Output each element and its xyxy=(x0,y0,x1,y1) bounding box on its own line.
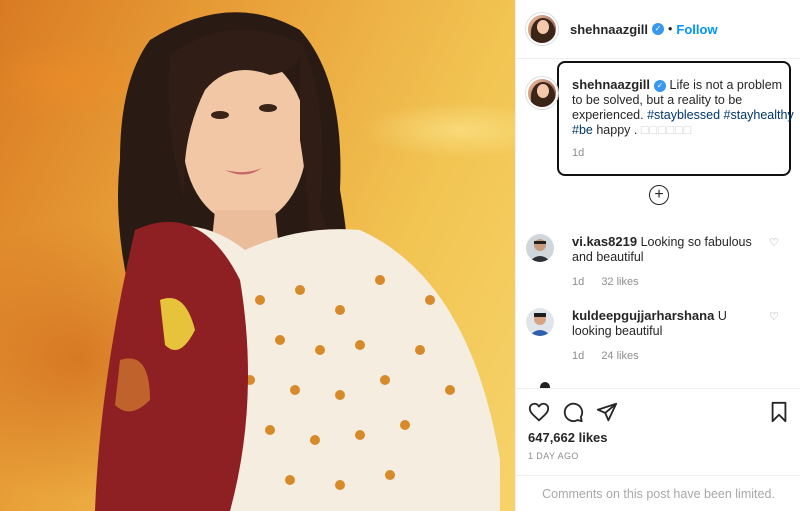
caption-username[interactable]: shehnaazgill xyxy=(572,77,650,92)
comment-text: vi.kas8219 Looking so fabulous and beaut… xyxy=(572,234,762,265)
caption-author-avatar[interactable] xyxy=(526,77,558,109)
verified-badge-icon: ✓ xyxy=(652,23,665,35)
commenter-username[interactable]: kuldeepgujjarharshana xyxy=(572,308,714,323)
comment-likes[interactable]: 32 likes xyxy=(601,276,638,288)
post-header: shehnaazgill ✓ • Follow xyxy=(516,0,800,59)
comment-time[interactable]: 1d xyxy=(572,350,584,362)
comment-meta: 1d 32 likes xyxy=(572,276,639,288)
follow-button[interactable]: Follow xyxy=(676,22,717,37)
post-timestamp[interactable]: 1 DAY AGO xyxy=(528,451,579,461)
caption-time[interactable]: 1d xyxy=(572,146,794,161)
portrait-illustration xyxy=(95,12,500,511)
caption-text: shehnaazgill ✓ Life is not a problem to b… xyxy=(572,77,794,161)
comment-text: kuldeepgujjarharshana U looking beautifu… xyxy=(572,308,762,339)
comment-likes[interactable]: 24 likes xyxy=(601,350,638,362)
comment-like-heart-icon[interactable]: ♡ xyxy=(769,236,779,249)
comment-meta: 1d 24 likes xyxy=(572,350,639,362)
hashtag-stayblessed[interactable]: #stayblessed xyxy=(647,108,720,122)
caption-emoji: □□□□□□ xyxy=(640,123,693,137)
post-sidebar: shehnaazgill ✓ • Follow shehnaazgill ✓ Li… xyxy=(515,0,800,511)
load-more-comments-icon[interactable]: + xyxy=(649,185,669,205)
comment-icon[interactable] xyxy=(562,401,584,423)
commenter-username[interactable]: vi.kas8219 xyxy=(572,234,637,249)
verified-badge-icon: ✓ xyxy=(654,79,667,92)
author-avatar[interactable] xyxy=(526,13,558,45)
post-actions: 647,662 likes 1 DAY AGO Comments on this… xyxy=(516,388,800,511)
hashtag-be[interactable]: #be xyxy=(572,123,593,137)
heart-icon[interactable] xyxy=(528,401,550,423)
action-icons xyxy=(528,401,618,423)
author-username[interactable]: shehnaazgill xyxy=(570,22,648,37)
commenter-avatar[interactable] xyxy=(526,308,554,336)
likes-count[interactable]: 647,662 likes xyxy=(528,430,608,445)
commenter-avatar[interactable] xyxy=(526,234,554,262)
post-photo[interactable] xyxy=(0,0,515,511)
caption-tail: happy . xyxy=(596,123,638,137)
bookmark-icon[interactable] xyxy=(769,401,789,423)
comment-time[interactable]: 1d xyxy=(572,276,584,288)
comments-limited-notice: Comments on this post have been limited. xyxy=(516,475,800,511)
comment-like-heart-icon[interactable]: ♡ xyxy=(769,310,779,323)
hashtag-stayhealthy[interactable]: #stayhealthy xyxy=(724,108,794,122)
paper-plane-icon[interactable] xyxy=(596,401,618,423)
header-separator: • xyxy=(668,22,673,36)
